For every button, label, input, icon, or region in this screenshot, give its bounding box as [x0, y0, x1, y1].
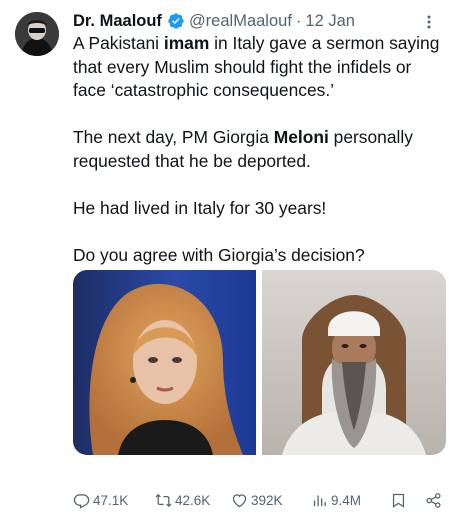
- share-icon: [426, 492, 441, 508]
- reply-count: 47.1K: [93, 492, 129, 508]
- like-count: 392K: [251, 492, 283, 508]
- avatar[interactable]: [15, 12, 59, 56]
- tweet-bold-text: imam: [163, 33, 210, 53]
- author-handle[interactable]: @realMaalouf: [189, 12, 292, 31]
- tweet-bold-text: Meloni: [273, 127, 329, 147]
- bookmark-icon: [392, 493, 405, 508]
- woman-photo: [73, 270, 256, 455]
- repost-icon: [155, 493, 172, 507]
- view-count: 9.4M: [331, 492, 362, 508]
- repost-count: 42.6K: [175, 492, 211, 508]
- tweet-text-run: A Pakistani: [73, 33, 164, 53]
- reply-icon: [73, 493, 90, 509]
- tweet-paragraph: Do you agree with Giorgia’s decision?: [73, 244, 445, 268]
- more-dots-icon[interactable]: [421, 14, 437, 30]
- tweet-text: A Pakistani imam in Italy gave a sermon …: [73, 32, 445, 291]
- tweet-date[interactable]: 12 Jan: [305, 12, 355, 31]
- tweet-paragraph: A Pakistani imam in Italy gave a sermon …: [73, 32, 445, 103]
- repost-button[interactable]: 42.6K: [155, 492, 228, 509]
- tweet-paragraph: He had lived in Italy for 30 years!: [73, 197, 445, 221]
- tweet-text-run: Do you agree with Giorgia’s decision?: [73, 244, 365, 265]
- heart-icon: [232, 493, 247, 507]
- views-button[interactable]: 9.4M: [311, 492, 384, 509]
- views-icon: [313, 495, 326, 506]
- imam-photo: [262, 270, 446, 455]
- share-button[interactable]: [425, 492, 445, 509]
- media-image-right[interactable]: [262, 270, 446, 455]
- tweet-paragraph: The next day, PM Giorgia Meloni personal…: [73, 126, 445, 173]
- tweet-header: Dr. Maalouf @realMaalouf · 12 Jan: [73, 10, 443, 32]
- header-separator: ·: [295, 11, 302, 30]
- bookmark-button[interactable]: [390, 492, 410, 509]
- author-name[interactable]: Dr. Maalouf: [73, 12, 162, 31]
- media-image-left[interactable]: [73, 270, 256, 455]
- tweet-actions: 47.1K 42.6K 392K 9.4M: [73, 488, 445, 512]
- tweet-text-run: He had lived in Italy for 30 years!: [73, 197, 327, 218]
- avatar-image: [15, 12, 59, 56]
- tweet-text-run: The next day, PM Giorgia: [73, 127, 274, 147]
- verified-badge-icon: [168, 13, 184, 29]
- like-button[interactable]: 392K: [231, 492, 304, 509]
- tweet-media[interactable]: [73, 270, 446, 455]
- reply-button[interactable]: 47.1K: [73, 492, 146, 509]
